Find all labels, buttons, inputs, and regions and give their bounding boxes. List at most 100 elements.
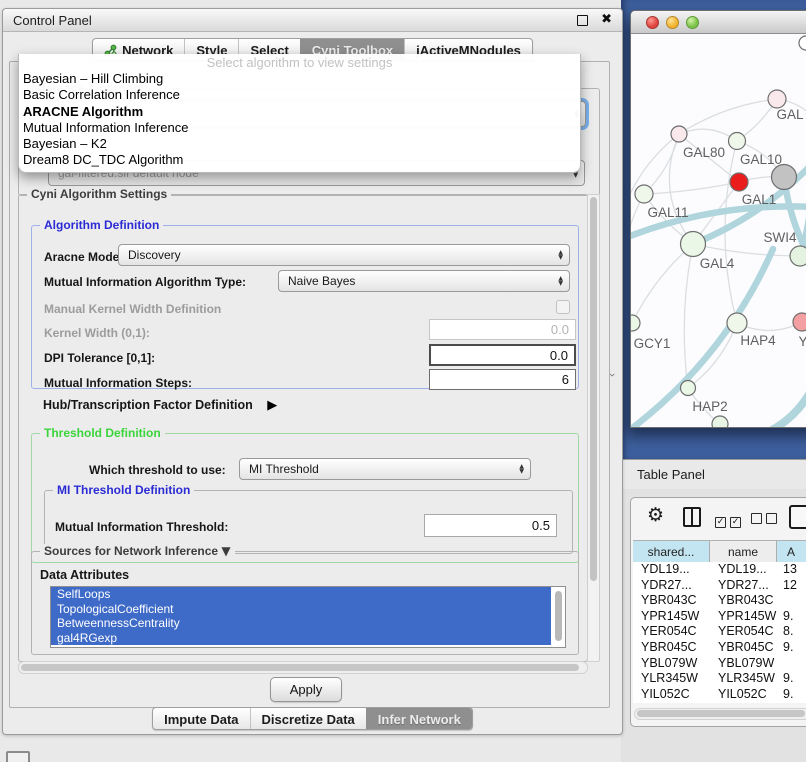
- dpi-tolerance-field[interactable]: 0.0: [429, 344, 576, 366]
- tab-discretize-data[interactable]: Discretize Data: [250, 708, 366, 729]
- minimize-traffic-light[interactable]: [666, 16, 679, 29]
- cell: YDL19...: [641, 562, 690, 576]
- network-edge[interactable]: [684, 244, 693, 388]
- table-row[interactable]: YLR345WYLR345W9.: [633, 671, 806, 687]
- minimized-panel-icon[interactable]: [6, 751, 30, 762]
- algorithm-option-dream8-dc-tdc-algorithm[interactable]: Dream8 DC_TDC Algorithm: [19, 152, 580, 168]
- mi-algorithm-type-combo[interactable]: Naive Bayes ▲▼: [278, 270, 570, 292]
- network-edge[interactable]: [725, 141, 737, 323]
- network-node-gal1[interactable]: [730, 173, 748, 191]
- network-node-gal4[interactable]: [681, 232, 706, 257]
- tab-impute-data[interactable]: Impute Data: [153, 708, 249, 729]
- network-node-swi4[interactable]: [790, 246, 806, 266]
- expand-right-arrow-icon[interactable]: ▶: [267, 398, 277, 413]
- network-node-gray[interactable]: [772, 165, 797, 190]
- network-edge[interactable]: [693, 244, 800, 256]
- table-row[interactable]: YDL19...YDL19...13: [633, 562, 806, 578]
- table-row[interactable]: YBL079WYBL079W: [633, 656, 806, 672]
- table-row[interactable]: YIL052CYIL052C9.: [633, 687, 806, 703]
- which-threshold-combo[interactable]: MI Threshold ▲▼: [239, 458, 531, 480]
- column-header-name[interactable]: name: [710, 541, 777, 562]
- attribute-item-betweennesscentrality[interactable]: BetweennessCentrality: [51, 616, 551, 631]
- algorithm-option-bayesian-hill-climbing[interactable]: Bayesian – Hill Climbing: [19, 71, 580, 87]
- node-label-gal11: GAL11: [647, 205, 688, 220]
- select-all-checkboxes-icon[interactable]: ✓✓: [715, 511, 741, 529]
- cell: 13: [783, 562, 797, 576]
- table-row[interactable]: YER054CYER054C8.: [633, 624, 806, 640]
- algorithm-option-mutual-information-inference[interactable]: Mutual Information Inference: [19, 120, 580, 136]
- hub-definition-toggle[interactable]: Hub/Transcription Factor Definition ▶: [43, 396, 277, 414]
- splitter-handle[interactable]: ›: [606, 373, 618, 377]
- collapse-down-arrow-icon[interactable]: ▼: [221, 544, 230, 558]
- network-node-gal[interactable]: [768, 90, 786, 108]
- tab-infer-network[interactable]: Infer Network: [366, 708, 472, 729]
- table-row[interactable]: YPR145WYPR145W9.: [633, 609, 806, 625]
- network-node-bottom[interactable]: [712, 416, 728, 427]
- node-label-gal10: GAL10: [740, 152, 782, 167]
- table-header: shared...nameA: [633, 540, 806, 563]
- node-label-hap2: HAP2: [692, 399, 727, 414]
- column-header-a[interactable]: A: [777, 541, 806, 562]
- column-selector-icon[interactable]: [683, 507, 701, 527]
- tab-label: Discretize Data: [262, 712, 355, 727]
- float-window-icon[interactable]: [577, 15, 588, 26]
- data-attributes-list[interactable]: SelfLoopsTopologicalCoefficientBetweenne…: [50, 586, 566, 648]
- network-node-hap4[interactable]: [727, 313, 747, 333]
- cell: 9.: [783, 640, 793, 654]
- cell: YBR045C: [641, 640, 697, 654]
- mi-threshold-label: Mutual Information Threshold:: [55, 520, 228, 534]
- attribute-item-gal4rgexp[interactable]: gal4RGexp: [51, 631, 551, 646]
- network-view-window: GALGAL80GAL10GAL1GAL11GAL4SWI4GCY1HAP4YH…: [630, 10, 806, 428]
- attribute-item-topologicalcoefficient[interactable]: TopologicalCoefficient: [51, 602, 551, 617]
- network-node-gcy1[interactable]: [631, 315, 640, 331]
- attributes-list-scrollbar[interactable]: [555, 591, 562, 641]
- mi-threshold-field[interactable]: 0.5: [424, 514, 557, 537]
- manual-kernel-width-checkbox[interactable]: [556, 300, 570, 314]
- threshold-definition-title: Threshold Definition: [40, 426, 165, 440]
- network-edge[interactable]: [688, 323, 737, 388]
- algorithm-popup-list: Bayesian – Hill ClimbingBasic Correlatio…: [19, 71, 580, 169]
- network-node-hap2[interactable]: [681, 381, 696, 396]
- close-icon[interactable]: ✖: [601, 12, 612, 27]
- network-canvas[interactable]: GALGAL80GAL10GAL1GAL11GAL4SWI4GCY1HAP4YH…: [631, 33, 806, 427]
- table-settings-gear-icon[interactable]: ⚙: [647, 504, 664, 526]
- network-node-gal80[interactable]: [671, 126, 687, 142]
- tab-label: Impute Data: [164, 712, 238, 727]
- aracne-mode-label: Aracne Mode:: [44, 250, 123, 264]
- network-edge[interactable]: [632, 244, 693, 323]
- aracne-mode-value: Discovery: [128, 248, 181, 262]
- settings-horizontal-scrollbar[interactable]: [18, 661, 588, 674]
- network-node-y[interactable]: [793, 313, 806, 331]
- sources-group-title: Sources for Network Inference ▼: [40, 544, 235, 558]
- table-row[interactable]: YBR045CYBR045C9.: [633, 640, 806, 656]
- deselect-all-checkboxes-icon[interactable]: [751, 511, 777, 529]
- network-edge[interactable]: [757, 383, 806, 427]
- kernel-width-field[interactable]: 0.0: [429, 319, 576, 340]
- table-horizontal-scrollbar[interactable]: [634, 708, 806, 720]
- app-screen: GALGAL80GAL10GAL1GAL11GAL4SWI4GCY1HAP4YH…: [0, 0, 806, 762]
- algorithm-option-aracne-algorithm[interactable]: ARACNE Algorithm: [19, 104, 580, 120]
- network-node-top_partial[interactable]: [799, 36, 806, 50]
- node-label-gal1: GAL1: [742, 192, 777, 207]
- zoom-traffic-light[interactable]: [686, 16, 699, 29]
- settings-vertical-scrollbar[interactable]: [587, 194, 600, 662]
- network-node-gal10[interactable]: [729, 133, 746, 150]
- network-node-gal11[interactable]: [635, 185, 653, 203]
- apply-button[interactable]: Apply: [270, 677, 342, 702]
- export-table-icon[interactable]: [789, 505, 806, 529]
- attribute-item-selfloops[interactable]: SelfLoops: [51, 587, 551, 602]
- aracne-mode-combo[interactable]: Discovery ▲▼: [118, 244, 570, 266]
- algorithm-option-basic-correlation-inference[interactable]: Basic Correlation Inference: [19, 87, 580, 103]
- algorithm-option-bayesian-k2[interactable]: Bayesian – K2: [19, 136, 580, 152]
- close-traffic-light[interactable]: [646, 16, 659, 29]
- table-row[interactable]: YBR043CYBR043C: [633, 593, 806, 609]
- cell: YPR145W: [641, 609, 699, 623]
- network-window-titlebar[interactable]: [631, 11, 806, 34]
- table-row[interactable]: YDR27...YDR27...12: [633, 578, 806, 594]
- column-header-shared[interactable]: shared...: [633, 541, 710, 562]
- network-edge[interactable]: [679, 99, 777, 134]
- control-panel-titlebar[interactable]: Control Panel ✖: [3, 9, 622, 32]
- network-edge[interactable]: [644, 182, 739, 194]
- table-panel-title: Table Panel: [637, 467, 705, 482]
- mi-steps-field[interactable]: 6: [429, 369, 576, 390]
